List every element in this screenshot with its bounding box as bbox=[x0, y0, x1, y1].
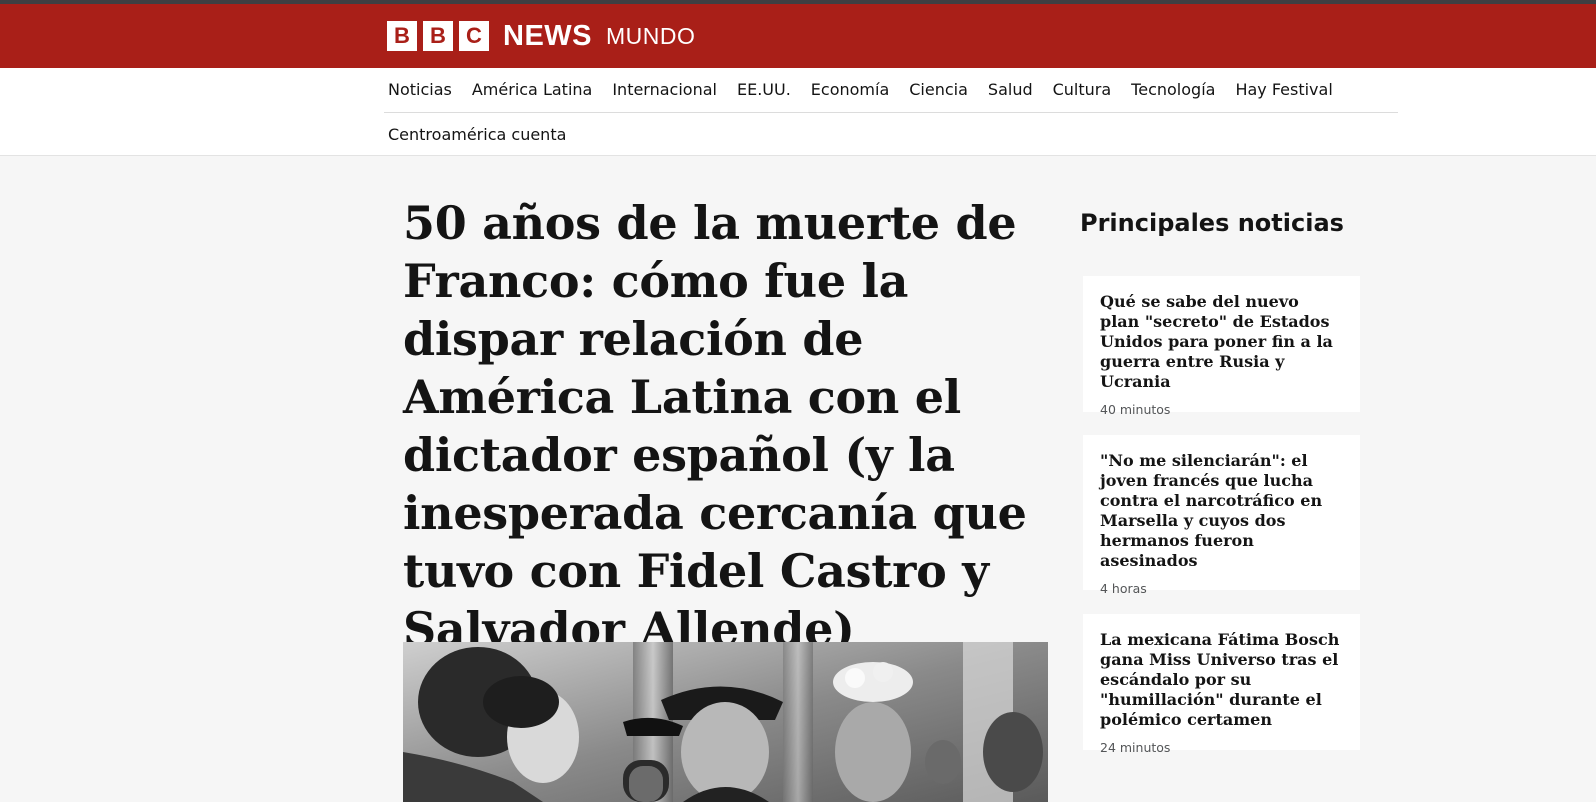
nav-item-tecnologia[interactable]: Tecnología bbox=[1127, 79, 1219, 101]
top-story-card: La mexicana Fátima Bosch gana Miss Unive… bbox=[1083, 614, 1360, 755]
top-story-card: Qué se sabe del nuevo plan "secreto" de … bbox=[1083, 276, 1360, 417]
hero-photo-graphic bbox=[403, 642, 1048, 802]
top-story-link[interactable]: "No me silenciarán": el joven francés qu… bbox=[1100, 451, 1343, 571]
nav-item-ciencia[interactable]: Ciencia bbox=[905, 79, 972, 101]
top-story-timestamp: 4 horas bbox=[1100, 581, 1147, 596]
logo-letter-b2: B bbox=[423, 21, 453, 51]
nav-item-economia[interactable]: Economía bbox=[807, 79, 893, 101]
site-header: B B C NEWS MUNDO bbox=[0, 0, 1596, 68]
logo-section-text: MUNDO bbox=[606, 23, 696, 49]
top-story-link[interactable]: Qué se sabe del nuevo plan "secreto" de … bbox=[1100, 292, 1343, 392]
top-story-timestamp: 24 minutos bbox=[1100, 740, 1171, 755]
main-navigation: Noticias América Latina Internacional EE… bbox=[0, 68, 1596, 156]
logo-news-text: NEWS bbox=[503, 20, 592, 52]
nav-item-cultura[interactable]: Cultura bbox=[1049, 79, 1116, 101]
logo-letter-c: C bbox=[459, 21, 489, 51]
nav-item-noticias[interactable]: Noticias bbox=[384, 79, 456, 101]
top-story-timestamp: 40 minutos bbox=[1100, 402, 1171, 417]
nav-item-america-latina[interactable]: América Latina bbox=[468, 79, 596, 101]
nav-item-centroamerica-cuenta[interactable]: Centroamérica cuenta bbox=[384, 124, 570, 146]
nav-item-salud[interactable]: Salud bbox=[984, 79, 1037, 101]
top-story-link[interactable]: La mexicana Fátima Bosch gana Miss Unive… bbox=[1100, 630, 1343, 730]
nav-item-hay-festival[interactable]: Hay Festival bbox=[1231, 79, 1336, 101]
article-hero-image bbox=[403, 642, 1048, 802]
bbc-news-mundo-logo[interactable]: B B C NEWS MUNDO bbox=[387, 20, 695, 52]
nav-item-internacional[interactable]: Internacional bbox=[608, 79, 721, 101]
article-headline: 50 años de la muerte de Franco: cómo fue… bbox=[403, 196, 1027, 656]
top-story-card: "No me silenciarán": el joven francés qu… bbox=[1083, 435, 1360, 596]
nav-row-secondary: Centroamérica cuenta bbox=[384, 113, 582, 156]
logo-letter-b1: B bbox=[387, 21, 417, 51]
nav-row-primary: Noticias América Latina Internacional EE… bbox=[384, 68, 1398, 113]
nav-item-eeuu[interactable]: EE.UU. bbox=[733, 79, 795, 101]
top-stories-title: Principales noticias bbox=[1080, 209, 1344, 237]
